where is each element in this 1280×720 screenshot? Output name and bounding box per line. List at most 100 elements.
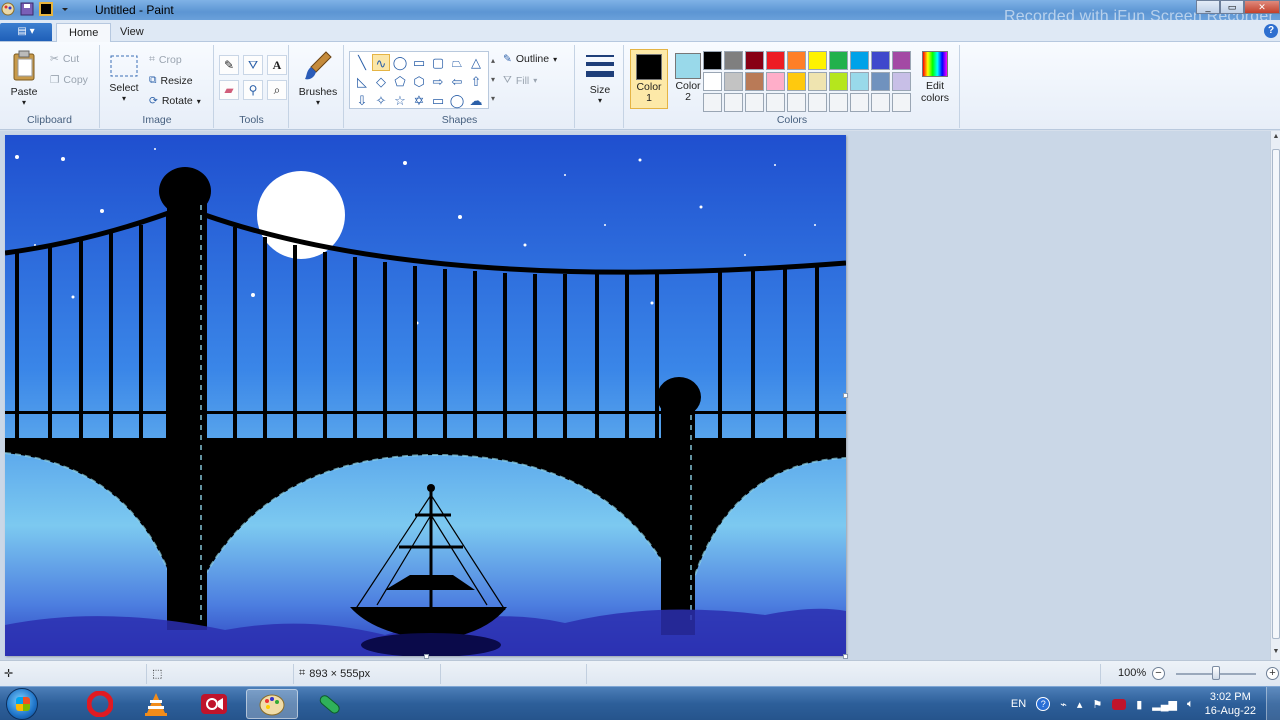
help-icon[interactable]: ? xyxy=(1264,24,1278,38)
paint-menu-button[interactable]: ▤ ▾ xyxy=(0,23,52,41)
tab-home[interactable]: Home xyxy=(56,23,112,42)
palette-swatch[interactable] xyxy=(766,51,785,70)
tab-view[interactable]: View xyxy=(108,23,156,42)
vertical-scrollbar[interactable]: ▲ ▼ xyxy=(1270,131,1280,660)
eraser-icon[interactable]: ▰ xyxy=(219,80,239,100)
pencil-icon[interactable]: ✎ xyxy=(219,55,239,75)
scroll-down-icon[interactable]: ▼ xyxy=(1271,648,1280,658)
palette-swatch[interactable] xyxy=(850,72,869,91)
magnifier-icon[interactable]: ⌕ xyxy=(267,80,287,100)
start-button[interactable] xyxy=(6,688,38,720)
language-indicator[interactable]: EN xyxy=(1011,698,1026,710)
drawing-canvas[interactable] xyxy=(5,135,846,656)
fill-bucket-icon[interactable]: ⛛ xyxy=(243,55,263,75)
color-swatch-quick[interactable] xyxy=(38,1,54,17)
palette-swatch[interactable] xyxy=(829,93,848,112)
palette-swatch[interactable] xyxy=(871,93,890,112)
rounded-callout-shape-icon[interactable]: ▭ xyxy=(429,92,447,109)
six-point-star-shape-icon[interactable]: ✡ xyxy=(410,92,428,109)
copy-button[interactable]: ❐ Copy xyxy=(50,74,88,86)
taskbar-recorder[interactable] xyxy=(188,689,240,719)
palette-swatch[interactable] xyxy=(745,51,764,70)
minimize-button[interactable]: _ xyxy=(1196,0,1220,14)
color2-button[interactable]: Color 2 xyxy=(669,49,707,109)
right-arrow-shape-icon[interactable]: ⇨ xyxy=(429,73,447,90)
oval-callout-shape-icon[interactable]: ◯ xyxy=(448,92,466,109)
triangle-shape-icon[interactable]: △ xyxy=(467,54,485,71)
polygon-shape-icon[interactable]: ⏢ xyxy=(448,54,466,71)
oval-shape-icon[interactable]: ◯ xyxy=(391,54,409,71)
palette-swatch[interactable] xyxy=(829,72,848,91)
resize-button[interactable]: ⧉ Resize xyxy=(149,74,193,87)
show-desktop-button[interactable] xyxy=(1266,687,1280,720)
palette-swatch[interactable] xyxy=(787,51,806,70)
close-button[interactable]: ✕ xyxy=(1244,0,1280,14)
rotate-button[interactable]: ⟳ Rotate ▾ xyxy=(149,95,201,107)
cloud-callout-shape-icon[interactable]: ☁ xyxy=(467,92,485,109)
taskbar-opera[interactable] xyxy=(74,689,126,719)
edit-colors-button[interactable]: Edit colors xyxy=(917,51,953,104)
network-icon[interactable]: ▮ xyxy=(1136,698,1142,711)
resize-handle-bottom[interactable] xyxy=(424,654,429,659)
scroll-up-icon[interactable]: ▲ xyxy=(1271,133,1280,143)
palette-swatch[interactable] xyxy=(787,93,806,112)
palette-swatch[interactable] xyxy=(871,72,890,91)
down-arrow-shape-icon[interactable]: ⇩ xyxy=(353,92,371,109)
taskbar-app[interactable] xyxy=(304,689,356,719)
customize-dropdown-icon[interactable] xyxy=(57,1,73,17)
palette-swatch[interactable] xyxy=(892,51,911,70)
palette-swatch[interactable] xyxy=(724,51,743,70)
cut-button[interactable]: ✂ Cut xyxy=(50,53,79,65)
scroll-thumb[interactable] xyxy=(1272,149,1280,639)
help-tray-icon[interactable]: ? xyxy=(1036,697,1051,711)
palette-swatch[interactable] xyxy=(850,93,869,112)
recorder-tray-icon[interactable] xyxy=(1112,698,1127,710)
taskbar-vlc[interactable] xyxy=(130,689,182,719)
color1-button[interactable]: Color 1 xyxy=(630,49,668,109)
zoom-out-button[interactable]: − xyxy=(1152,667,1165,680)
diamond-shape-icon[interactable]: ◇ xyxy=(372,73,390,90)
size-button[interactable]: Size ▾ xyxy=(582,51,618,105)
signal-icon[interactable]: ▂▄▆ xyxy=(1152,698,1177,711)
volume-icon[interactable]: 🔈︎ xyxy=(1187,698,1194,711)
brushes-button[interactable]: Brushes ▾ xyxy=(298,49,338,107)
show-hidden-icons[interactable]: ▴ xyxy=(1077,698,1083,711)
four-point-star-shape-icon[interactable]: ✧ xyxy=(372,92,390,109)
palette-swatch[interactable] xyxy=(766,93,785,112)
paint-app-icon[interactable] xyxy=(0,1,16,17)
save-icon[interactable] xyxy=(19,1,35,17)
resize-handle-right[interactable] xyxy=(843,393,848,398)
palette-swatch[interactable] xyxy=(808,51,827,70)
palette-swatch[interactable] xyxy=(745,93,764,112)
palette-swatch[interactable] xyxy=(892,72,911,91)
palette-swatch[interactable] xyxy=(892,93,911,112)
fill-button[interactable]: ⛛ Fill ▾ xyxy=(503,74,537,87)
text-tool-icon[interactable]: A xyxy=(267,55,287,75)
crop-button[interactable]: ⌗ Crop xyxy=(149,53,182,66)
left-arrow-shape-icon[interactable]: ⇦ xyxy=(448,73,466,90)
palette-swatch[interactable] xyxy=(724,72,743,91)
paste-button[interactable]: Paste ▾ xyxy=(6,49,42,107)
up-arrow-shape-icon[interactable]: ⇧ xyxy=(467,73,485,90)
palette-swatch[interactable] xyxy=(787,72,806,91)
shapes-scroll[interactable]: ▴ ▾ ▾ xyxy=(491,51,495,108)
zoom-slider-thumb[interactable] xyxy=(1212,666,1220,680)
select-button[interactable]: Select ▾ xyxy=(107,53,141,103)
clock[interactable]: 3:02 PM 16-Aug-22 xyxy=(1205,690,1256,718)
palette-swatch[interactable] xyxy=(829,51,848,70)
color-picker-icon[interactable]: ⚲ xyxy=(243,80,263,100)
taskbar-paint[interactable] xyxy=(246,689,298,719)
hexagon-shape-icon[interactable]: ⬡ xyxy=(410,73,428,90)
rectangle-shape-icon[interactable]: ▭ xyxy=(410,54,428,71)
palette-swatch[interactable] xyxy=(850,51,869,70)
pentagon-shape-icon[interactable]: ⬠ xyxy=(391,73,409,90)
palette-swatch[interactable] xyxy=(703,51,722,70)
five-point-star-shape-icon[interactable]: ☆ xyxy=(391,92,409,109)
outline-button[interactable]: ✎ Outline ▾ xyxy=(503,53,557,65)
line-shape-icon[interactable]: ╲ xyxy=(353,54,371,71)
palette-swatch[interactable] xyxy=(808,72,827,91)
curve-shape-icon[interactable]: ∿ xyxy=(372,54,390,71)
rounded-rectangle-shape-icon[interactable]: ▢ xyxy=(429,54,447,71)
action-center-icon[interactable]: ⚑ xyxy=(1092,698,1102,711)
palette-swatch[interactable] xyxy=(703,72,722,91)
